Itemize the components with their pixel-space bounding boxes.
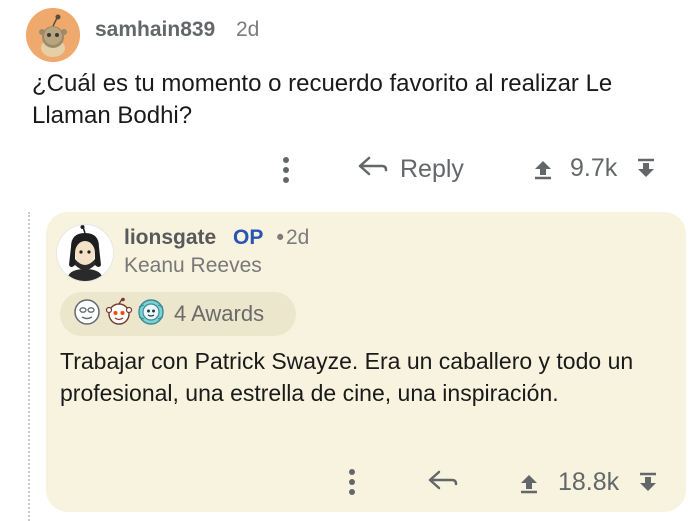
- op-badge: OP: [233, 226, 264, 249]
- comment-body: ¿Cuál es tu momento o recuerdo favorito …: [32, 70, 613, 129]
- user-flair: Keanu Reeves: [124, 254, 262, 277]
- award-icon: [72, 297, 102, 331]
- more-options-icon[interactable]: [276, 152, 296, 188]
- reply-button[interactable]: [426, 468, 458, 499]
- comment-thread: samhain839 2d ¿Cuál es tu momento o recu…: [0, 0, 700, 521]
- award-icon: [104, 297, 134, 331]
- comment-age: 2d: [236, 18, 260, 41]
- downvote-icon[interactable]: [633, 157, 659, 181]
- vote-control: 9.7k: [530, 154, 659, 183]
- reply-body: Trabajar con Patrick Swayze. Era un caba…: [60, 348, 634, 406]
- upvote-icon[interactable]: [530, 157, 556, 181]
- reply-age: 2d: [286, 226, 310, 249]
- reply-label: Reply: [400, 155, 464, 183]
- keanu-avatar-icon[interactable]: [56, 224, 114, 282]
- thread-line[interactable]: [28, 212, 30, 521]
- snoo-avatar-icon[interactable]: [26, 8, 80, 62]
- reply-arrow-icon: [426, 468, 458, 499]
- vote-score: 9.7k: [570, 154, 618, 182]
- upvote-icon[interactable]: [516, 471, 542, 495]
- more-options-icon[interactable]: [342, 464, 362, 500]
- award-icons: [72, 297, 166, 331]
- separator-dot: •: [274, 226, 287, 250]
- reply-button[interactable]: Reply: [356, 154, 464, 185]
- awards-pill[interactable]: 4 Awards: [60, 292, 296, 336]
- reply-arrow-icon: [356, 154, 388, 185]
- comment-actions: Reply 9.7k: [0, 150, 700, 190]
- vote-score: 18.8k: [558, 468, 620, 496]
- awards-label: 4 Awards: [174, 301, 265, 326]
- reply-author[interactable]: lionsgate: [124, 226, 216, 250]
- comment-author[interactable]: samhain839: [95, 18, 215, 42]
- downvote-icon[interactable]: [635, 471, 661, 495]
- award-icon: [136, 297, 166, 331]
- vote-control: 18.8k: [516, 468, 661, 497]
